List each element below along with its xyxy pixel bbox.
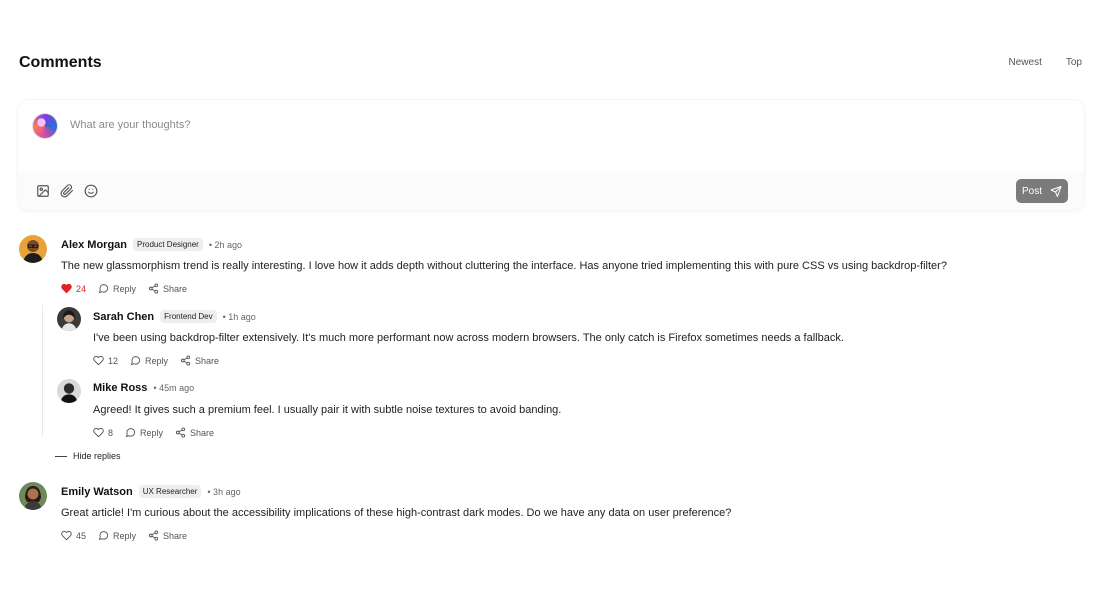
reply-button[interactable]: Reply bbox=[130, 355, 168, 366]
reply-label: Reply bbox=[113, 283, 137, 294]
heart-icon bbox=[93, 427, 104, 438]
composer-toolbar: Post bbox=[18, 172, 1084, 210]
author-name[interactable]: Mike Ross bbox=[93, 382, 147, 394]
comment-meta: Mike Ross • 45m ago bbox=[93, 382, 194, 394]
post-button-label: Post bbox=[1022, 185, 1043, 197]
heart-icon bbox=[93, 355, 104, 366]
like-count: 24 bbox=[76, 283, 87, 294]
reply-item: Sarah Chen Frontend Dev • 1h ago I've be… bbox=[57, 307, 1077, 367]
role-badge: Product Designer bbox=[133, 238, 203, 251]
comment-actions: 12 Reply Share bbox=[93, 355, 219, 366]
author-name[interactable]: Alex Morgan bbox=[61, 239, 127, 251]
comment-icon bbox=[98, 531, 109, 541]
heart-icon bbox=[61, 283, 72, 294]
like-count: 45 bbox=[76, 530, 87, 541]
reply-label: Reply bbox=[145, 355, 169, 366]
like-button[interactable]: 45 bbox=[61, 530, 86, 541]
comment-icon bbox=[125, 428, 136, 438]
comment-item: Alex Morgan Product Designer • 2h ago Th… bbox=[19, 235, 1079, 295]
comment-actions: 24 Reply Share bbox=[61, 283, 187, 294]
avatar bbox=[19, 482, 47, 510]
sort-newest-button[interactable]: Newest bbox=[1009, 57, 1042, 68]
thread-line bbox=[42, 305, 43, 437]
share-button[interactable]: Share bbox=[148, 283, 187, 294]
sort-top-button[interactable]: Top bbox=[1066, 57, 1082, 68]
share-label: Share bbox=[163, 283, 188, 294]
comment-meta: Sarah Chen Frontend Dev • 1h ago bbox=[93, 310, 256, 323]
comment-composer: Post bbox=[18, 100, 1084, 210]
avatar bbox=[57, 379, 81, 403]
timestamp: • 1h ago bbox=[222, 311, 256, 322]
comment-input[interactable] bbox=[68, 114, 1052, 136]
like-button[interactable]: 24 bbox=[61, 283, 86, 294]
timestamp: • 3h ago bbox=[207, 486, 241, 497]
share-label: Share bbox=[195, 355, 220, 366]
reply-button[interactable]: Reply bbox=[98, 530, 136, 541]
comment-text: I've been using backdrop-filter extensiv… bbox=[93, 332, 844, 344]
avatar bbox=[19, 235, 47, 263]
comment-meta: Alex Morgan Product Designer • 2h ago bbox=[61, 238, 242, 251]
comment-icon bbox=[98, 284, 109, 294]
comment-text: Great article! I'm curious about the acc… bbox=[61, 507, 732, 519]
comment-actions: 45 Reply Share bbox=[61, 530, 187, 541]
hide-replies-label: Hide replies bbox=[73, 451, 121, 461]
post-button[interactable]: Post bbox=[1016, 179, 1068, 203]
share-icon bbox=[180, 355, 191, 366]
share-button[interactable]: Share bbox=[180, 355, 219, 366]
like-count: 12 bbox=[108, 355, 119, 366]
sort-options: Newest Top bbox=[1009, 57, 1082, 68]
share-icon bbox=[175, 427, 186, 438]
comment-item: Emily Watson UX Researcher • 3h ago Grea… bbox=[19, 482, 1079, 542]
share-button[interactable]: Share bbox=[175, 427, 214, 438]
smile-icon[interactable] bbox=[84, 184, 98, 198]
like-button[interactable]: 12 bbox=[93, 355, 118, 366]
comments-header: Comments Newest Top bbox=[18, 50, 1082, 78]
timestamp: • 45m ago bbox=[153, 383, 195, 393]
paperclip-icon[interactable] bbox=[60, 184, 74, 198]
comment-text: Agreed! It gives such a premium feel. I … bbox=[93, 404, 562, 416]
reply-button[interactable]: Reply bbox=[98, 283, 136, 294]
avatar bbox=[32, 113, 58, 139]
comment-meta: Emily Watson UX Researcher • 3h ago bbox=[61, 485, 241, 498]
share-label: Share bbox=[190, 427, 215, 438]
page-title: Comments bbox=[19, 54, 102, 71]
like-count: 8 bbox=[108, 427, 114, 438]
avatar bbox=[57, 307, 81, 331]
author-name[interactable]: Emily Watson bbox=[61, 486, 133, 498]
reply-button[interactable]: Reply bbox=[125, 427, 163, 438]
share-label: Share bbox=[163, 530, 188, 541]
comment-actions: 8 Reply Share bbox=[93, 427, 214, 438]
dash-divider bbox=[55, 455, 67, 457]
reply-label: Reply bbox=[113, 530, 137, 541]
heart-icon bbox=[61, 530, 72, 541]
comment-icon bbox=[130, 356, 141, 366]
role-badge: Frontend Dev bbox=[160, 310, 217, 323]
timestamp: • 2h ago bbox=[208, 239, 243, 250]
like-button[interactable]: 8 bbox=[93, 427, 113, 438]
hide-replies-button[interactable]: Hide replies bbox=[55, 451, 121, 461]
author-name[interactable]: Sarah Chen bbox=[93, 311, 154, 323]
role-badge: UX Researcher bbox=[138, 485, 202, 498]
share-icon bbox=[148, 530, 159, 541]
comment-text: The new glassmorphism trend is really in… bbox=[61, 260, 947, 272]
send-icon bbox=[1050, 185, 1062, 197]
share-icon bbox=[148, 283, 159, 294]
reply-label: Reply bbox=[140, 427, 164, 438]
reply-item: Mike Ross • 45m ago Agreed! It gives suc… bbox=[57, 379, 1077, 439]
image-icon[interactable] bbox=[36, 184, 50, 198]
share-button[interactable]: Share bbox=[148, 530, 187, 541]
